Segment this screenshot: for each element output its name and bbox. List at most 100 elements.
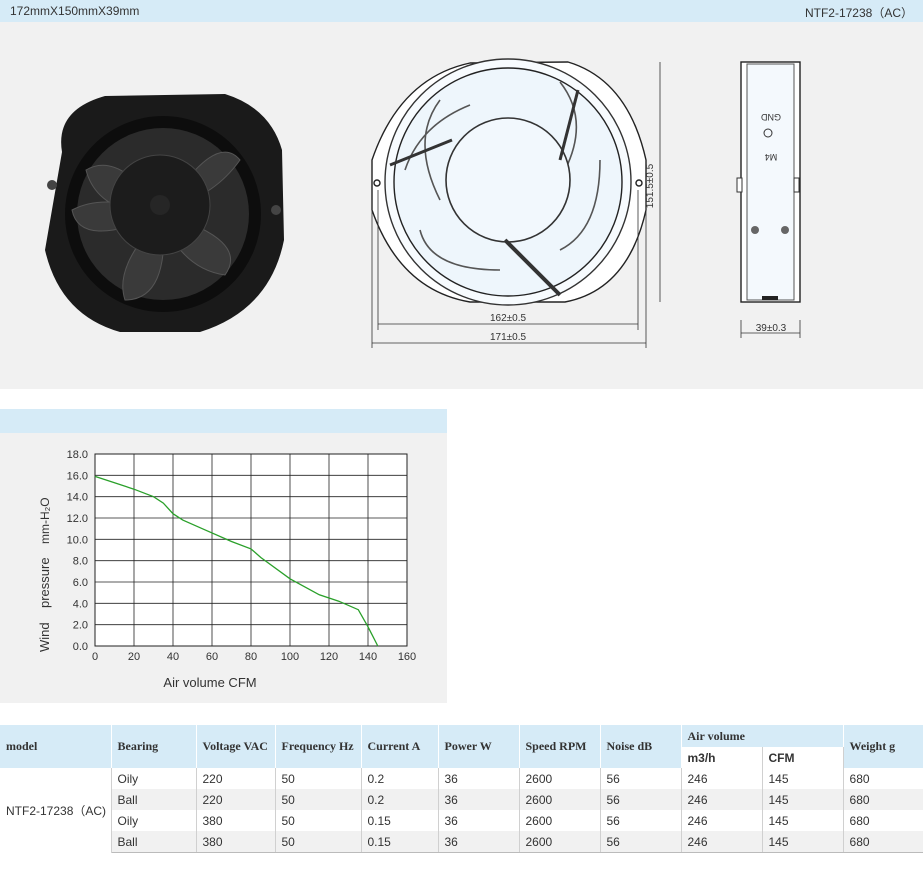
m3h-cell: 246 bbox=[681, 810, 763, 831]
x-tick-label: 120 bbox=[320, 651, 338, 663]
m3h-cell: 246 bbox=[681, 789, 763, 810]
weight-cell: 680 bbox=[843, 789, 923, 810]
bearing-cell: Oily bbox=[111, 810, 197, 831]
height-dimension: 151.5±0.5 bbox=[645, 163, 656, 208]
bearing-cell: Ball bbox=[111, 789, 197, 810]
bearing-cell: Oily bbox=[111, 768, 197, 789]
m4-label: M4 bbox=[765, 152, 778, 162]
col-speed: Speed RPM bbox=[519, 725, 601, 768]
col-weight: Weight g bbox=[843, 725, 923, 768]
x-tick-label: 160 bbox=[398, 651, 416, 663]
speed-cell: 2600 bbox=[519, 789, 601, 810]
noise-cell: 56 bbox=[600, 831, 682, 853]
col-voltage: Voltage VAC bbox=[196, 725, 276, 768]
y-tick-label: 10.0 bbox=[67, 534, 88, 546]
x-tick-label: 140 bbox=[359, 651, 377, 663]
noise-cell: 56 bbox=[600, 768, 682, 789]
noise-cell: 56 bbox=[600, 810, 682, 831]
voltage-cell: 220 bbox=[196, 789, 276, 810]
product-image-panel: 151.5±0.5 162±0.5 171±0.5 GND M4 39±0.3 bbox=[0, 22, 923, 389]
power-cell: 36 bbox=[438, 810, 520, 831]
side-view-drawing bbox=[736, 61, 801, 338]
frequency-cell: 50 bbox=[275, 768, 362, 789]
frequency-cell: 50 bbox=[275, 831, 362, 853]
cfm-cell: 145 bbox=[762, 789, 844, 810]
weight-cell: 680 bbox=[843, 831, 923, 853]
outer-width-dimension: 171±0.5 bbox=[490, 332, 527, 343]
col-power: Power W bbox=[438, 725, 520, 768]
y-tick-label: 4.0 bbox=[73, 598, 88, 610]
y-tick-label: 18.0 bbox=[67, 449, 88, 461]
spec-table: model Bearing Voltage VAC Frequency Hz C… bbox=[0, 725, 923, 853]
y-tick-labels: 0.0 2.0 4.0 6.0 8.0 10.0 12.0 14.0 16.0 18.0 bbox=[67, 449, 88, 653]
y-tick-label: 8.0 bbox=[73, 556, 88, 568]
model-cell: NTF2-17238（AC) bbox=[0, 768, 112, 853]
y-tick-label: 6.0 bbox=[73, 577, 88, 589]
y-tick-label: 16.0 bbox=[67, 470, 88, 482]
title-bar: 172mmX150mmX39mm NTF2-17238（AC） bbox=[0, 0, 923, 22]
y-tick-label: 12.0 bbox=[67, 513, 88, 525]
y-tick-label: 0.0 bbox=[73, 641, 88, 653]
y-tick-label: 14.0 bbox=[67, 492, 88, 504]
voltage-cell: 380 bbox=[196, 831, 276, 853]
m3h-cell: 246 bbox=[681, 831, 763, 853]
cfm-cell: 145 bbox=[762, 810, 844, 831]
x-tick-label: 20 bbox=[128, 651, 140, 663]
col-air-volume: Air volume bbox=[681, 725, 844, 747]
speed-cell: 2600 bbox=[519, 768, 601, 789]
product-drawings: 151.5±0.5 162±0.5 171±0.5 GND M4 39±0.3 bbox=[45, 58, 801, 348]
y-tick-label: 2.0 bbox=[73, 620, 88, 632]
x-axis-label: Air volume CFM bbox=[163, 675, 256, 690]
pq-chart: 0 20 40 60 80 100 120 140 160 0.0 2.0 4.0 6.0 8.0 10.… bbox=[37, 449, 416, 690]
col-noise: Noise dB bbox=[600, 725, 682, 768]
depth-dimension: 39±0.3 bbox=[756, 323, 787, 334]
speed-cell: 2600 bbox=[519, 831, 601, 853]
current-cell: 0.15 bbox=[361, 831, 439, 853]
power-cell: 36 bbox=[438, 831, 520, 853]
x-tick-label: 80 bbox=[245, 651, 257, 663]
current-cell: 0.2 bbox=[361, 768, 439, 789]
y-label-word2: pressure bbox=[37, 557, 52, 608]
col-model: model bbox=[0, 725, 112, 768]
fan-photo bbox=[45, 94, 284, 332]
y-label-word1: Wind bbox=[37, 622, 52, 652]
m3h-cell: 246 bbox=[681, 768, 763, 789]
voltage-cell: 220 bbox=[196, 768, 276, 789]
frequency-cell: 50 bbox=[275, 789, 362, 810]
cfm-cell: 145 bbox=[762, 831, 844, 853]
weight-cell: 680 bbox=[843, 768, 923, 789]
table-row: NTF2-17238（AC) Oily 220 50 0.2 36 2600 5… bbox=[0, 768, 923, 853]
table-row: Ball 220 50 0.2 36 2600 56 246 145 680 bbox=[0, 789, 923, 810]
x-tick-label: 0 bbox=[92, 651, 98, 663]
model-code: NTF2-17238（AC） bbox=[804, 6, 913, 20]
col-current: Current A bbox=[361, 725, 439, 768]
current-cell: 0.15 bbox=[361, 810, 439, 831]
x-tick-labels: 0 20 40 60 80 100 120 140 160 bbox=[92, 651, 416, 663]
y-axis-label: Wind pressure mm-H₂O bbox=[37, 497, 52, 652]
front-view-drawing bbox=[371, 58, 647, 306]
col-m3h: m3/h bbox=[681, 747, 763, 768]
weight-cell: 680 bbox=[843, 810, 923, 831]
power-cell: 36 bbox=[438, 789, 520, 810]
chart-grid bbox=[94, 453, 408, 647]
col-frequency: Frequency Hz bbox=[275, 725, 362, 768]
col-bearing: Bearing bbox=[111, 725, 197, 768]
y-label-unit: mm-H₂O bbox=[38, 497, 52, 544]
bearing-cell: Ball bbox=[111, 831, 197, 853]
fan-dimensions: 172mmX150mmX39mm bbox=[10, 4, 140, 18]
power-cell: 36 bbox=[438, 768, 520, 789]
x-tick-label: 100 bbox=[281, 651, 299, 663]
chart-header-bar bbox=[0, 409, 447, 433]
voltage-cell: 380 bbox=[196, 810, 276, 831]
speed-cell: 2600 bbox=[519, 810, 601, 831]
inner-width-dimension: 162±0.5 bbox=[490, 313, 527, 324]
table-row: Ball 380 50 0.15 36 2600 56 246 145 680 bbox=[0, 831, 923, 853]
pq-chart-panel: 0 20 40 60 80 100 120 140 160 0.0 2.0 4.0 6.0 8.0 10.… bbox=[0, 433, 447, 703]
col-cfm: CFM bbox=[762, 747, 844, 768]
gnd-label: GND bbox=[761, 112, 782, 122]
table-row: Oily 380 50 0.15 36 2600 56 246 145 680 bbox=[0, 810, 923, 831]
current-cell: 0.2 bbox=[361, 789, 439, 810]
noise-cell: 56 bbox=[600, 789, 682, 810]
frequency-cell: 50 bbox=[275, 810, 362, 831]
x-tick-label: 40 bbox=[167, 651, 179, 663]
